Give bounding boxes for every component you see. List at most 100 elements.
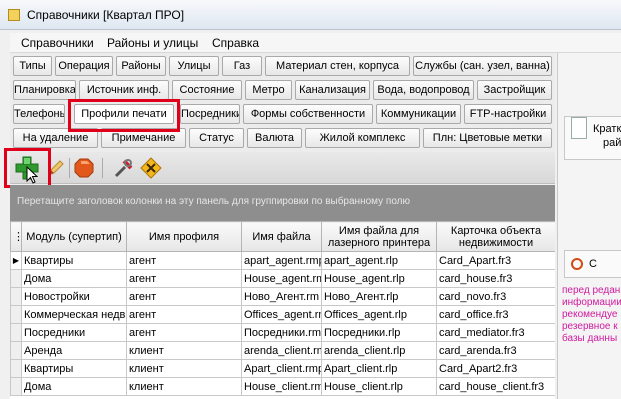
cell-profile[interactable]: агент <box>126 251 242 270</box>
warning-text-line: перед редан <box>562 285 621 296</box>
menu-bar: Справочники Районы и улицы Справка <box>10 33 621 53</box>
toolbar-separator <box>69 158 70 178</box>
tab-sewage[interactable]: Канализация <box>295 80 370 100</box>
highlight-active-tab <box>68 99 180 132</box>
tab-phones[interactable]: Телефоны <box>13 104 65 124</box>
tab-services[interactable]: Службы (сан. узел, ванна) <box>413 56 552 76</box>
cell-laser-file[interactable]: Offices_agent.rlp <box>321 305 437 324</box>
cell-file[interactable]: arenda_client.rm <box>241 341 322 360</box>
table-row[interactable]: Квартиры клиент Apart_client.rmp Apart_c… <box>10 359 555 378</box>
tab-wall-material[interactable]: Материал стен, корпуса <box>265 56 410 76</box>
row-indicator <box>10 341 22 360</box>
cell-laser-file[interactable]: Apart_client.rlp <box>321 359 437 378</box>
cell-card[interactable]: card_house_client.fr3 <box>436 377 555 396</box>
group-by-panel[interactable]: Перетащите заголовок колонки на эту пане… <box>10 185 555 221</box>
table-row[interactable]: Дома агент House_agent.rm House_agent.rl… <box>10 269 555 288</box>
cell-profile[interactable]: агент <box>126 269 242 288</box>
column-header-module[interactable]: Модуль (супертип) <box>21 221 127 252</box>
cell-file[interactable]: apart_agent.rmp <box>241 251 322 270</box>
cell-profile[interactable]: агент <box>126 305 242 324</box>
tab-currency[interactable]: Валюта <box>247 128 302 148</box>
window-title: Справочники [Квартал ПРО] <box>27 8 185 22</box>
cell-file[interactable]: Посредники.rm <box>241 323 322 342</box>
column-chooser-icon[interactable]: ⋮ <box>10 221 22 252</box>
cell-file[interactable]: Apart_client.rmp <box>241 359 322 378</box>
profiles-grid: ⋮ Модуль (супертип) Имя профиля Имя файл… <box>10 221 555 399</box>
table-row[interactable]: Посредники агент Посредники.rm Посредник… <box>10 323 555 342</box>
cell-module[interactable]: Коммерческая недви <box>21 305 127 324</box>
cell-module[interactable]: Квартиры <box>21 251 127 270</box>
cell-module[interactable]: Дома <box>21 377 127 396</box>
menu-item-references[interactable]: Справочники <box>21 36 94 50</box>
row-indicator <box>10 305 22 324</box>
cell-card[interactable]: card_novo.fr3 <box>436 287 555 306</box>
cell-card[interactable]: card_arenda.fr3 <box>436 341 555 360</box>
row-indicator <box>10 323 22 342</box>
tab-ownership-forms[interactable]: Формы собственности <box>243 104 373 124</box>
cell-module[interactable]: Аренда <box>21 341 127 360</box>
cell-module[interactable]: Квартиры <box>21 359 127 378</box>
cell-profile[interactable]: агент <box>126 287 242 306</box>
menu-item-help[interactable]: Справка <box>212 36 259 50</box>
tab-residential-complex[interactable]: Жилой комплекс <box>305 128 420 148</box>
cell-card[interactable]: card_mediator.fr3 <box>436 323 555 342</box>
delete-hexagon-icon[interactable] <box>74 158 94 178</box>
tab-intermediaries[interactable]: Посредники <box>180 104 240 124</box>
cell-module[interactable]: Посредники <box>21 323 127 342</box>
settings-hazard-icon[interactable] <box>140 157 162 179</box>
cell-module[interactable]: Новостройки <box>21 287 127 306</box>
cell-file[interactable]: House_client.rm <box>241 377 322 396</box>
cell-file[interactable]: Offices_agent.rm <box>241 305 322 324</box>
tab-water-supply[interactable]: Вода, водопровод <box>373 80 474 100</box>
tab-ftp-settings[interactable]: FTP-настройки <box>464 104 552 124</box>
right-side-panel: Кратка райо С перед редан информации рек… <box>557 53 621 399</box>
column-header-laser-file-name[interactable]: Имя файла для лазерного принтера <box>321 221 437 252</box>
tab-gas[interactable]: Газ <box>222 56 262 76</box>
cell-laser-file[interactable]: Посредники.rlp <box>321 323 437 342</box>
cell-laser-file[interactable]: House_agent.rlp <box>321 269 437 288</box>
cell-file[interactable]: Ново_Агент.rm <box>241 287 322 306</box>
tools-icon[interactable] <box>113 157 135 179</box>
table-row[interactable]: Коммерческая недви агент Offices_agent.r… <box>10 305 555 324</box>
tab-streets[interactable]: Улицы <box>169 56 219 76</box>
cell-card[interactable]: Card_Apart2.fr3 <box>436 359 555 378</box>
cell-laser-file[interactable]: House_client.rlp <box>321 377 437 396</box>
tab-communications[interactable]: Коммуникации <box>376 104 461 124</box>
column-header-property-card[interactable]: Карточка объекта недвижимости <box>436 221 555 252</box>
cell-card[interactable]: Card_Apart.fr3 <box>436 251 555 270</box>
menu-item-districts-streets[interactable]: Районы и улицы <box>107 36 198 50</box>
tab-developer[interactable]: Застройщик <box>477 80 552 100</box>
tab-types[interactable]: Типы <box>13 56 52 76</box>
cell-laser-file[interactable]: Ново_Агент.rlp <box>321 287 437 306</box>
column-header-file-name[interactable]: Имя файла <box>241 221 322 252</box>
group-by-hint: Перетащите заголовок колонки на эту пане… <box>17 196 411 207</box>
table-row[interactable]: ▶ Квартиры агент apart_agent.rmp apart_a… <box>10 251 555 270</box>
cell-file[interactable]: House_agent.rm <box>241 269 322 288</box>
table-row[interactable]: Новостройки агент Ново_Агент.rm Ново_Аге… <box>10 287 555 306</box>
table-row[interactable]: Аренда клиент arenda_client.rm arenda_cl… <box>10 341 555 360</box>
cell-profile[interactable]: клиент <box>126 359 242 378</box>
warning-text-line: информации <box>562 297 621 308</box>
app-icon <box>8 9 20 21</box>
cell-profile[interactable]: клиент <box>126 377 242 396</box>
refresh-icon <box>571 258 583 270</box>
tab-condition[interactable]: Состояние <box>172 80 242 100</box>
cell-profile[interactable]: клиент <box>126 341 242 360</box>
cell-card[interactable]: card_office.fr3 <box>436 305 555 324</box>
tab-info-source[interactable]: Источник инф. <box>79 80 169 100</box>
cell-laser-file[interactable]: apart_agent.rlp <box>321 251 437 270</box>
cell-profile[interactable]: агент <box>126 323 242 342</box>
cell-module[interactable]: Дома <box>21 269 127 288</box>
tab-metro[interactable]: Метро <box>245 80 292 100</box>
column-header-profile-name[interactable]: Имя профиля <box>126 221 242 252</box>
tab-districts[interactable]: Районы <box>116 56 166 76</box>
tab-color-marks[interactable]: Плн: Цветовые метки <box>423 128 552 148</box>
tab-operation[interactable]: Операция <box>55 56 113 76</box>
warning-text-line: рекомендуе <box>562 309 618 320</box>
cell-card[interactable]: card_house.fr3 <box>436 269 555 288</box>
side-action-button[interactable]: С <box>564 250 621 278</box>
table-row[interactable]: Дома клиент House_client.rm House_client… <box>10 377 555 396</box>
tab-status[interactable]: Статус <box>189 128 244 148</box>
tab-layout[interactable]: Планировка <box>13 80 76 100</box>
cell-laser-file[interactable]: arenda_client.rlp <box>321 341 437 360</box>
